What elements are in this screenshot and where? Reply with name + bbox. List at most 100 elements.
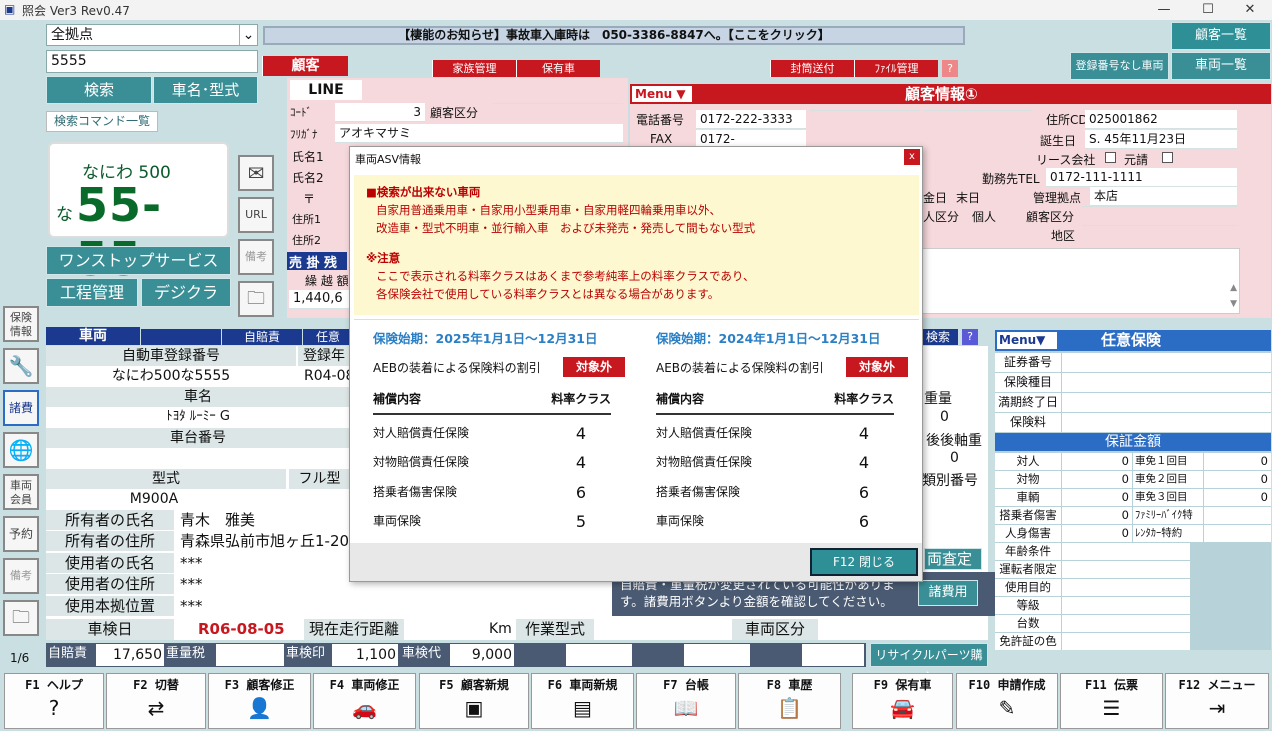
- tab-jibai[interactable]: 自賠責: [222, 329, 302, 345]
- memo-icon[interactable]: 備考: [238, 239, 274, 275]
- chassis-label: 車台番号: [46, 428, 350, 448]
- tab-vehicle[interactable]: 車両: [46, 327, 140, 345]
- fkey-f8-button[interactable]: F8 車歴 📋: [738, 673, 841, 729]
- customer-kubun-value[interactable]: [493, 103, 623, 104]
- memo-nav[interactable]: 備考: [3, 558, 39, 594]
- guarantee-value[interactable]: 0: [1062, 453, 1132, 470]
- help-button[interactable]: ?: [942, 60, 958, 77]
- mail-icon[interactable]: ✉: [238, 155, 274, 191]
- dialog-close-button[interactable]: F12 閉じる: [810, 548, 918, 576]
- search-button[interactable]: 検索: [46, 76, 152, 104]
- guarantee-value-2[interactable]: [1204, 507, 1271, 524]
- fee-extra-1[interactable]: [566, 644, 632, 666]
- customer-list-button[interactable]: 顧客一覧: [1171, 22, 1271, 50]
- wrench-icon[interactable]: 🔧: [3, 348, 39, 384]
- fee-extra-3[interactable]: [802, 644, 864, 666]
- folder-nav[interactable]: 🗀: [3, 600, 39, 636]
- car-model-button[interactable]: 車名･型式: [153, 76, 258, 104]
- scroll-down-icon[interactable]: ▼: [1230, 299, 1237, 309]
- nini-row-value[interactable]: [1062, 353, 1271, 372]
- one-stop-service-button[interactable]: ワンストップサービス: [46, 246, 231, 275]
- tab-file[interactable]: ﾌｧｲﾙ管理: [854, 60, 938, 77]
- vehicle-list-button[interactable]: 車両一覧: [1171, 52, 1271, 80]
- recycle-parts-button[interactable]: リサイクルパーツ購入: [870, 643, 988, 684]
- process-management-button[interactable]: 工程管理: [46, 278, 138, 307]
- lease-checkbox[interactable]: [1105, 152, 1116, 163]
- fkey-f5-button[interactable]: F5 顧客新規 ▣: [419, 673, 529, 729]
- nini-extra-value[interactable]: [1062, 615, 1190, 632]
- expenses-nav[interactable]: 諸費: [3, 390, 39, 426]
- nini-extra-value[interactable]: [1062, 561, 1190, 578]
- guarantee-value[interactable]: 0: [1062, 525, 1132, 542]
- tab-vehicle-blank[interactable]: [141, 329, 221, 345]
- url-icon[interactable]: URL: [238, 197, 274, 233]
- motouke-checkbox[interactable]: [1162, 152, 1173, 163]
- fkey-f12-button[interactable]: F12 メニュー ⇥: [1165, 673, 1269, 729]
- tab-nini[interactable]: 任意: [303, 329, 353, 345]
- search-input[interactable]: 5555: [46, 50, 258, 73]
- globe-icon[interactable]: 🌐: [3, 432, 39, 468]
- nini-rows: 証券番号 保険種目 満期終了日 保険料: [995, 353, 1271, 433]
- expenses-button[interactable]: 諸費用: [918, 580, 978, 606]
- rate-row: 対物賠償責任保険 4: [373, 448, 611, 478]
- nini-row-value[interactable]: [1062, 373, 1271, 392]
- fkey-f4-button[interactable]: F4 車両修正 🚗: [313, 673, 416, 729]
- tab-envelope[interactable]: 封筒送付: [770, 60, 854, 77]
- guarantee-value-2[interactable]: [1204, 525, 1271, 542]
- fee-extra-2[interactable]: [684, 644, 750, 666]
- tab-search[interactable]: 検索: [918, 329, 958, 345]
- guarantee-value-2[interactable]: 0: [1204, 471, 1271, 488]
- tab-customer[interactable]: 顧客: [262, 56, 348, 76]
- nini-extra-value[interactable]: [1062, 633, 1190, 650]
- juryo-value[interactable]: [216, 644, 284, 666]
- folder-icon[interactable]: 🗀: [238, 281, 274, 317]
- fkey-f9-button[interactable]: F9 保有車 🚘: [852, 673, 953, 729]
- minimize-button[interactable]: —: [1142, 0, 1186, 20]
- nini-extra-value[interactable]: [1062, 579, 1190, 596]
- tab-family[interactable]: 家族管理: [432, 60, 516, 77]
- digicla-button[interactable]: デジクラ: [141, 278, 231, 307]
- daikou-value[interactable]: 9,000: [450, 644, 514, 666]
- notice-bar[interactable]: 【棲能のお知らせ】事故車入庫時は 050-3386-8847へ。【ここをクリック…: [263, 26, 965, 45]
- customer-info-menu[interactable]: Menu ▼: [632, 86, 692, 102]
- reservation-nav[interactable]: 予約: [3, 516, 39, 552]
- no-plate-vehicle-button[interactable]: 登録番号なし車両: [1070, 52, 1169, 80]
- search-command-list-button[interactable]: 検索コマンド一覧: [46, 111, 158, 132]
- inshi-value[interactable]: 1,100: [332, 644, 398, 666]
- nini-extra-value[interactable]: [1062, 543, 1190, 560]
- fkey-f10-button[interactable]: F10 申請作成 ✎: [956, 673, 1058, 729]
- tab-own-car[interactable]: 保有車: [516, 60, 600, 77]
- fax-label: FAX: [650, 132, 673, 146]
- fkey-icon: ☰: [1102, 696, 1121, 720]
- dialog-close-icon[interactable]: x: [904, 149, 920, 165]
- close-button[interactable]: ✕: [1228, 0, 1272, 20]
- carryover-value: 1,440,6: [289, 290, 349, 309]
- fkey-f6-button[interactable]: F6 車両新規 ▤: [531, 673, 634, 729]
- guarantee-value-2[interactable]: 0: [1204, 453, 1271, 470]
- reg-year-label: 登録年: [298, 346, 350, 366]
- guarantee-value[interactable]: 0: [1062, 489, 1132, 506]
- branch-select[interactable]: 全拠点 ⌄: [46, 24, 258, 46]
- maximize-button[interactable]: ☐: [1186, 0, 1230, 20]
- guarantee-value[interactable]: 0: [1062, 471, 1132, 488]
- vehicle-member-nav[interactable]: 車両会員: [3, 474, 39, 510]
- guarantee-row: 車輌 0 車免３回目 0: [995, 489, 1271, 506]
- fkey-f7-button[interactable]: F7 台帳 📖: [636, 673, 736, 729]
- appraisal-button[interactable]: 両査定: [924, 548, 982, 570]
- jibai-value[interactable]: 17,650: [96, 644, 164, 666]
- fkey-f11-button[interactable]: F11 伝票 ☰: [1060, 673, 1163, 729]
- fkey-f2-button[interactable]: F2 切替 ⇄: [106, 673, 206, 729]
- guarantee-value-2[interactable]: 0: [1204, 489, 1271, 506]
- fkey-f1-button[interactable]: F1 ヘルプ?: [4, 673, 104, 729]
- fkey-f3-button[interactable]: F3 顧客修正 👤: [208, 673, 311, 729]
- memo-area[interactable]: ▲ ▼: [922, 248, 1240, 314]
- nini-menu[interactable]: Menu▼: [997, 332, 1057, 349]
- vehicle-help-button[interactable]: ?: [962, 329, 978, 345]
- insurance-info-nav[interactable]: 保険情報: [3, 306, 39, 342]
- guarantee-value[interactable]: 0: [1062, 507, 1132, 524]
- nini-row-value[interactable]: [1062, 413, 1271, 432]
- app-icon: ▣: [4, 2, 16, 16]
- nini-row-value[interactable]: [1062, 393, 1271, 412]
- nini-extra-value[interactable]: [1062, 597, 1190, 614]
- scroll-up-icon[interactable]: ▲: [1230, 283, 1237, 293]
